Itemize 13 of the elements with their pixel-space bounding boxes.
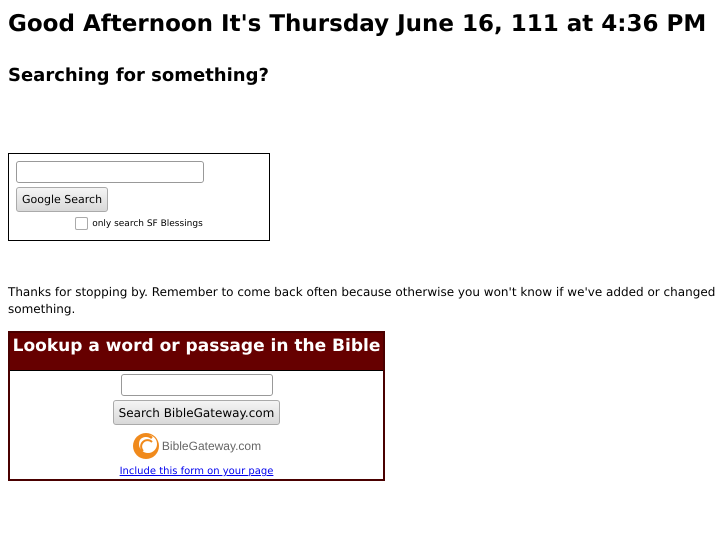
- checkbox-label: only search SF Blessings: [92, 218, 203, 228]
- welcome-message: Thanks for stopping by. Remember to come back often because otherwise you won't know if we've added or changed something.: [8, 284, 716, 318]
- include-form-link[interactable]: Include this form on your page: [120, 466, 274, 477]
- page-heading: Good Afternoon It's Thursday June 16, 111 at 4:36 PM: [8, 10, 708, 38]
- search-field[interactable]: [120, 374, 272, 396]
- bible-search-button[interactable]: Search BibleGateway.com: [112, 400, 280, 425]
- swirl-logo-icon: [132, 432, 160, 460]
- panel-title: Lookup a word or passage in the Bible: [10, 333, 383, 370]
- checkbox[interactable]: [75, 217, 88, 230]
- logo-text: BibleGateway.com: [162, 439, 262, 453]
- search-field[interactable]: [16, 161, 204, 183]
- section-heading: Searching for something?: [8, 65, 270, 87]
- google-search-button[interactable]: Google Search: [16, 187, 108, 212]
